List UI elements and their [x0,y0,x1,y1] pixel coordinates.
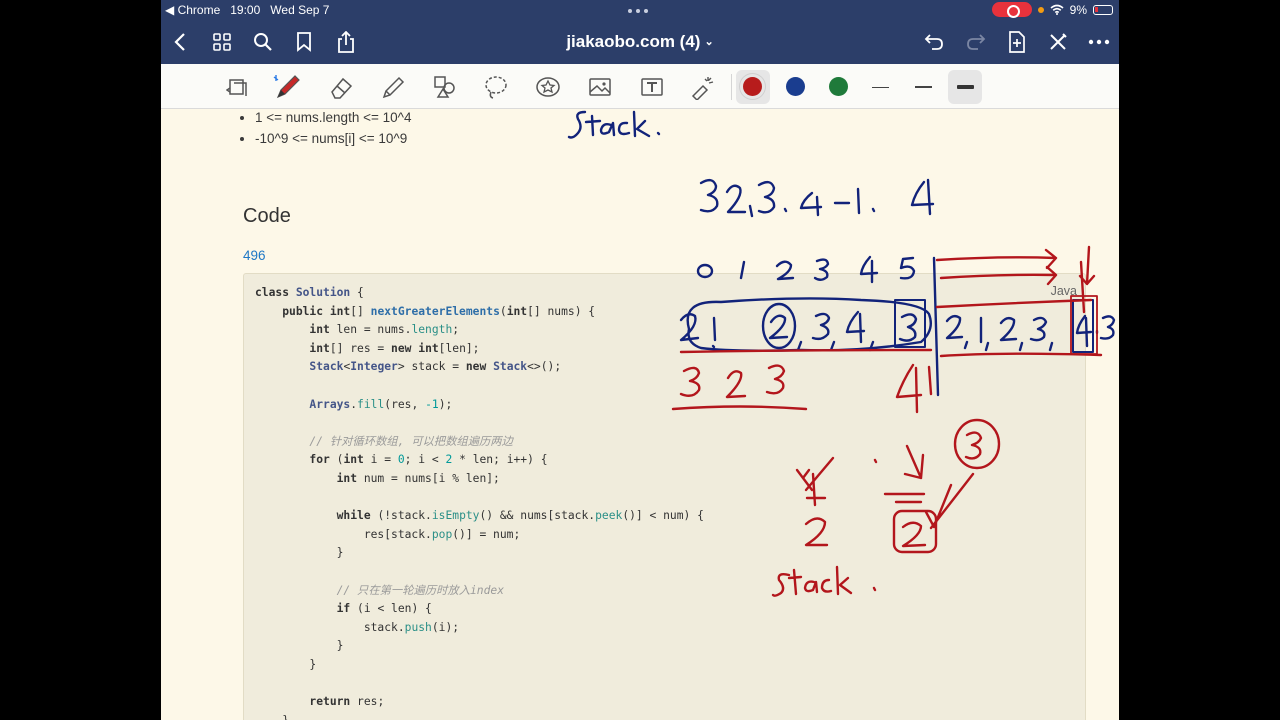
code-line: } [255,712,704,720]
stroke-thin-option[interactable] [863,70,897,104]
code-line: // 只在第一轮遍历时放入index [336,583,505,597]
battery-icon [1093,4,1113,15]
code-line: return res; [309,695,385,709]
undo-icon[interactable] [921,29,947,55]
code-block: Java class Solution { public int[] nextG… [243,273,1086,720]
code-line: class Solution { [255,286,364,299]
eraser-icon[interactable] [324,70,358,104]
image-icon[interactable] [583,70,617,104]
color-swatch-blue[interactable] [786,77,805,96]
add-page-icon[interactable] [1004,29,1030,55]
status-bar: ◀ Chrome 19:00 Wed Sep 7 9% [161,0,1119,20]
code-line: int num = nums[i % len]; [336,471,500,485]
laser-pointer-icon[interactable] [686,70,720,104]
code-line: } [255,639,344,653]
code-line: Stack<Integer> stack = new Stack<>(); [309,360,562,374]
sticker-icon[interactable] [531,70,565,104]
pen-icon[interactable] [271,70,305,104]
text-icon[interactable] [635,70,669,104]
code-line: } [255,546,344,560]
code-line: res[stack.pop()] = num; [255,527,521,541]
list-item: -10^9 <= nums[i] <= 10^9 [255,130,411,151]
problem-link[interactable]: 496 [243,248,266,263]
list-item: 1 <= nums.length <= 10^4 [255,109,411,130]
stroke-medium-option[interactable] [906,70,940,104]
wifi-icon [1050,4,1064,15]
screen-recording-icon [991,2,1032,18]
battery-percent: 9% [1069,2,1087,17]
code-line: int[] res = new int[len]; [309,341,480,355]
status-date: Wed Sep 7 [270,3,330,17]
close-icon[interactable] [1045,29,1071,55]
code-line: for (int i = 0; i < 2 * len; i++) { [309,453,548,467]
code-line: if (i < len) { [336,602,432,616]
back-to-app-link[interactable]: ◀ Chrome [165,3,220,17]
page-scroll-icon[interactable] [221,70,255,104]
ipad-screen: ◀ Chrome 19:00 Wed Sep 7 9% jiakaobo.com… [161,0,1119,720]
multitasking-dots-icon[interactable] [628,9,648,13]
color-swatch-green[interactable] [829,77,848,96]
mic-indicator-icon [1037,6,1044,13]
browser-nav-bar: jiakaobo.com (4) ⌄ [161,20,1119,64]
lasso-icon[interactable] [479,70,513,104]
code-line: while (!stack.isEmpty() && nums[stack.pe… [336,509,704,523]
code-line: int len = nums.length; [309,323,460,337]
code-language-label: Java [1050,284,1077,298]
code-line: public int[] nextGreaterElements(int[] n… [282,304,596,318]
status-time: 19:00 [230,3,261,17]
constraints-list: 1 <= nums.length <= 10^4 -10^9 <= nums[i… [255,109,411,151]
highlighter-icon[interactable] [376,70,410,104]
redo-icon[interactable] [963,29,989,55]
document-page: 1 <= nums.length <= 10^4 -10^9 <= nums[i… [161,109,1119,720]
color-swatch-red[interactable] [743,77,762,96]
shapes-icon[interactable] [428,70,462,104]
chevron-down-icon: ⌄ [704,36,714,48]
code-line: // 针对循环数组, 可以把数组遍历两边 [309,434,513,448]
annotation-toolbar [161,64,1119,109]
code-line: } [255,657,317,671]
stroke-thick-option[interactable] [948,70,982,104]
code-line: Arrays.fill(res, -1); [309,397,453,411]
code-line: stack.push(i); [255,620,460,634]
code-lines: class Solution { public int[] nextGreate… [255,284,704,720]
section-heading: Code [243,205,291,227]
more-icon[interactable] [1086,29,1112,55]
